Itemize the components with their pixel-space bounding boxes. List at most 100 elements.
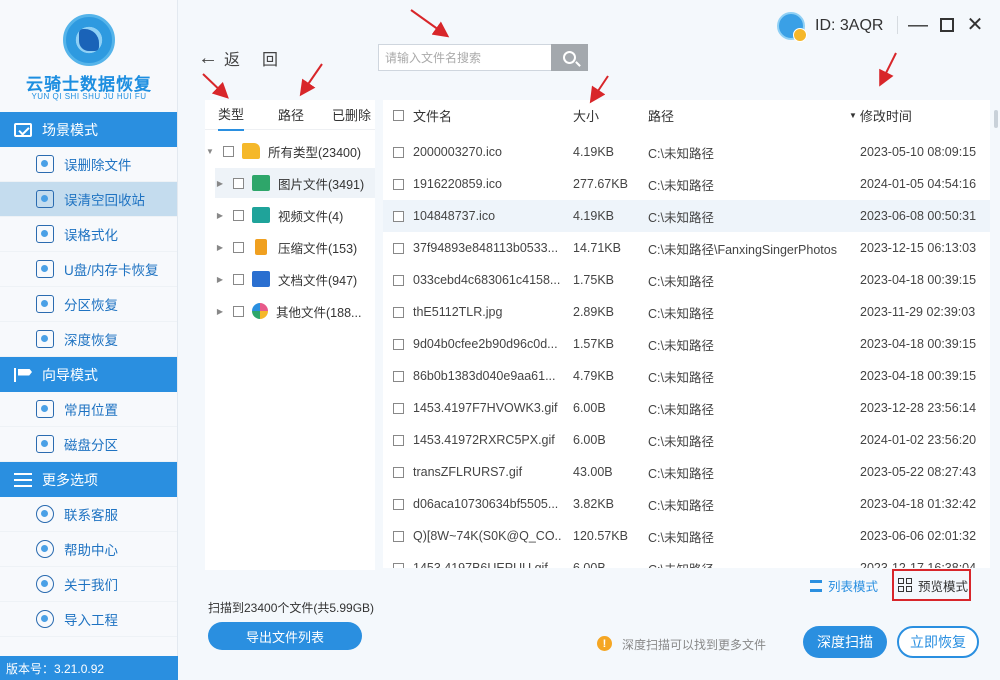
tree-item-others[interactable]: ▶ 其他文件(188... <box>215 296 375 326</box>
file-size: 1.75KB <box>573 273 615 287</box>
maximize-button[interactable] <box>937 14 957 36</box>
deep-scan-tip: 深度扫描可以找到更多文件 <box>622 638 767 652</box>
column-header-size[interactable]: 大小 <box>573 100 643 130</box>
table-row[interactable]: 1453.41972RXRC5PX.gif 6.00B C:\未知路径 2024-01… <box>383 424 990 456</box>
nav-item-format[interactable]: 误格式化 <box>0 217 177 252</box>
tab-path[interactable]: 路径 <box>278 105 304 130</box>
nav-item-partition[interactable]: 分区恢复 <box>0 287 177 322</box>
nav-item-disk-partition[interactable]: 磁盘分区 <box>0 427 177 462</box>
expanded-icon[interactable]: ▼ <box>205 147 215 156</box>
column-header-path[interactable]: 路径 <box>648 100 843 130</box>
row-checkbox[interactable] <box>393 178 404 190</box>
search-input[interactable] <box>378 44 552 71</box>
table-row[interactable]: thE5112TLR.jpg 2.89KB C:\未知路径 2023-11-29 02… <box>383 296 990 328</box>
sidebar: 云骑士数据恢复 YUN QI SHI SHU JU HUI FU 场景模式 误删… <box>0 0 178 680</box>
deep-scan-button[interactable]: 深度扫描 <box>803 626 887 658</box>
row-checkbox[interactable] <box>393 402 404 414</box>
file-path: C:\未知路径 <box>648 146 714 161</box>
row-checkbox[interactable] <box>393 146 404 158</box>
row-checkbox[interactable] <box>393 434 404 446</box>
export-list-button[interactable]: 导出文件列表 <box>208 622 362 650</box>
collapsed-icon[interactable]: ▶ <box>215 211 225 220</box>
table-row[interactable]: 86b0b1383d040e9aa61... 4.79KB C:\未知路径 2023-… <box>383 360 990 392</box>
nav-item-usb-card[interactable]: U盘/内存卡恢复 <box>0 252 177 287</box>
file-name: 1453.4197F7HVOWK3.gif <box>413 401 558 415</box>
row-checkbox[interactable] <box>393 242 404 254</box>
checkbox[interactable] <box>233 209 244 221</box>
file-name: 2000003270.ico <box>413 145 502 159</box>
tree-item-videos[interactable]: ▶ 视频文件(4) <box>215 200 375 230</box>
window-separator <box>897 16 898 34</box>
nav-item-about-us[interactable]: 关于我们 <box>0 567 177 602</box>
collapsed-icon[interactable]: ▶ <box>215 275 225 284</box>
back-button[interactable]: ← 返 回 <box>198 46 278 70</box>
search-button[interactable] <box>551 44 588 71</box>
checkbox-icon <box>14 122 32 137</box>
nav-item-deep-recovery[interactable]: 深度恢复 <box>0 322 177 357</box>
file-modified: 2023-06-06 02:01:32 <box>860 529 977 543</box>
nav-item-help-center[interactable]: 帮助中心 <box>0 532 177 567</box>
user-avatar-icon[interactable] <box>777 12 807 42</box>
row-checkbox[interactable] <box>393 210 404 222</box>
tree-item-all-types[interactable]: ▼ 所有类型(23400) <box>205 136 375 166</box>
table-row[interactable]: 9d04b0cfee2b90d96c0d... 1.57KB C:\未知路径 2023… <box>383 328 990 360</box>
undo-file-icon <box>36 155 54 173</box>
checkbox[interactable] <box>223 145 234 157</box>
close-button[interactable]: ✕ <box>965 14 985 36</box>
tree-item-archives[interactable]: ▶ 压缩文件(153) <box>215 232 375 262</box>
row-checkbox[interactable] <box>393 562 404 568</box>
row-checkbox[interactable] <box>393 498 404 510</box>
select-all-checkbox[interactable] <box>393 109 404 121</box>
table-row[interactable]: 033cebd4c683061c4158... 1.75KB C:\未知路径 2023… <box>383 264 990 296</box>
tab-deleted[interactable]: 已删除 <box>332 105 371 130</box>
table-row[interactable]: 1916220859.ico 277.67KB C:\未知路径 2024-01-05 … <box>383 168 990 200</box>
checkbox[interactable] <box>233 305 244 317</box>
file-table: 文件名 大小 路径 ▼ 修改时间 2000003270.ico 4.19KB C:\未… <box>383 100 990 568</box>
file-name: thE5112TLR.jpg <box>413 305 503 319</box>
nav-item-recycle-bin[interactable]: 误清空回收站 <box>0 182 177 217</box>
recover-now-button[interactable]: 立即恢复 <box>897 626 979 658</box>
checkbox[interactable] <box>233 273 244 285</box>
minimize-button[interactable]: — <box>908 14 928 36</box>
list-mode-button[interactable]: 列表模式 <box>810 576 878 595</box>
tab-type[interactable]: 类型 <box>218 104 245 131</box>
table-row[interactable]: 1453.4197F7HVOWK3.gif 6.00B C:\未知路径 2023-12… <box>383 392 990 424</box>
row-checkbox[interactable] <box>393 530 404 542</box>
annotation-arrow <box>589 75 609 104</box>
table-row[interactable]: 37f94893e848113b0533... 14.71KB C:\未知路径\Fa… <box>383 232 990 264</box>
row-checkbox[interactable] <box>393 338 404 350</box>
nav-item-contact-support[interactable]: 联系客服 <box>0 497 177 532</box>
row-checkbox[interactable] <box>393 370 404 382</box>
preview-mode-button[interactable]: 预览模式 <box>892 569 971 601</box>
nav-item-common-locations[interactable]: 常用位置 <box>0 392 177 427</box>
row-checkbox[interactable] <box>393 466 404 478</box>
collapsed-icon[interactable]: ▶ <box>215 243 225 252</box>
file-name: 9d04b0cfee2b90d96c0d... <box>413 337 558 351</box>
nav-item-import-project[interactable]: 导入工程 <box>0 602 177 637</box>
column-header-name[interactable]: 文件名 <box>413 100 561 130</box>
tree-item-images[interactable]: ▶ 图片文件(3491) <box>215 168 375 198</box>
file-modified: 2024-01-05 04:54:16 <box>860 177 977 191</box>
collapsed-icon[interactable]: ▶ <box>215 307 225 316</box>
table-row[interactable]: transZFLRURS7.gif 43.00B C:\未知路径 2023-05-22… <box>383 456 990 488</box>
nav-item-deleted-files[interactable]: 误删除文件 <box>0 147 177 182</box>
collapsed-icon[interactable]: ▶ <box>215 179 225 188</box>
table-row[interactable]: Q)[8W~74K(S0K@Q_CO... 120.57KB C:\未知路径 2023… <box>383 520 990 552</box>
row-checkbox[interactable] <box>393 274 404 286</box>
file-size: 277.67KB <box>573 177 628 191</box>
checkbox[interactable] <box>233 177 244 189</box>
row-checkbox[interactable] <box>393 306 404 318</box>
file-size: 43.00B <box>573 465 613 479</box>
tree-item-documents[interactable]: ▶ 文档文件(947) <box>215 264 375 294</box>
tree-tabs: 类型 路径 已删除 <box>205 100 375 131</box>
format-icon <box>36 225 54 243</box>
checkbox[interactable] <box>233 241 244 253</box>
grid-icon <box>898 578 912 592</box>
table-row[interactable]: 2000003270.ico 4.19KB C:\未知路径 2023-05-10 08… <box>383 136 990 168</box>
table-row[interactable]: d06aca10730634bf5505... 3.82KB C:\未知路径 2023… <box>383 488 990 520</box>
table-row[interactable]: 1453.4197B6UEPUU.gif 6.00B C:\未知路径 2023-12-… <box>383 552 990 568</box>
scrollbar-thumb[interactable] <box>994 110 998 128</box>
column-header-modified[interactable]: ▼ 修改时间 <box>849 100 979 130</box>
table-row[interactable]: 104848737.ico 4.19KB C:\未知路径 2023-06-08 00:… <box>383 200 990 232</box>
annotation-arrow <box>879 52 897 87</box>
